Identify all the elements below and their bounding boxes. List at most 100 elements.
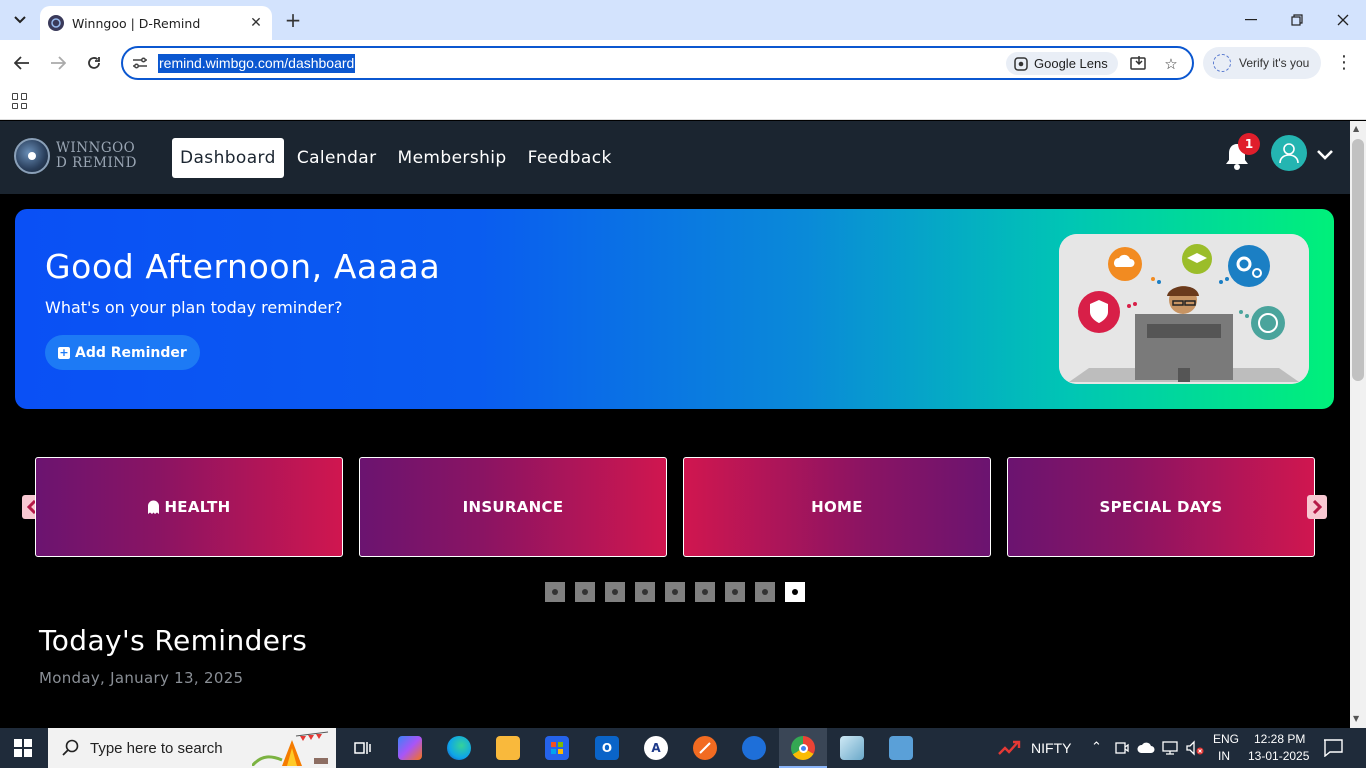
ghost-icon bbox=[148, 500, 160, 514]
carousel-pagination bbox=[545, 582, 815, 602]
stock-ticker[interactable]: NIFTY bbox=[1031, 740, 1071, 756]
minimize-button[interactable] bbox=[1237, 6, 1265, 34]
todays-date: Monday, January 13, 2025 bbox=[39, 669, 244, 687]
add-reminder-label: Add Reminder bbox=[75, 344, 187, 361]
carousel-dot[interactable] bbox=[665, 582, 685, 602]
app-a-icon[interactable]: A bbox=[644, 736, 668, 760]
scroll-down-arrow-icon[interactable]: ▼ bbox=[1353, 714, 1359, 723]
plus-square-icon: + bbox=[58, 345, 70, 359]
carousel-dot[interactable] bbox=[545, 582, 565, 602]
notepad-icon[interactable] bbox=[840, 736, 864, 760]
clock-date[interactable]: 13-01-2025 bbox=[1248, 749, 1309, 763]
bookmarks-bar bbox=[0, 86, 1366, 120]
browser-tabstrip: Winngoo | D-Remind ✕ + bbox=[0, 0, 1366, 40]
carousel-dot[interactable] bbox=[785, 582, 805, 602]
windows-start-icon[interactable] bbox=[14, 739, 32, 757]
nav-calendar[interactable]: Calendar bbox=[289, 138, 385, 178]
category-card-health[interactable]: HEALTH bbox=[35, 457, 343, 557]
show-hidden-icons-chevron-icon[interactable]: ⌃ bbox=[1091, 739, 1102, 755]
add-reminder-button[interactable]: + Add Reminder bbox=[45, 335, 200, 370]
meet-now-icon[interactable] bbox=[1115, 740, 1129, 756]
outlook-icon[interactable]: O bbox=[595, 736, 619, 760]
url-text[interactable]: remind.wimbgo.com/dashboard bbox=[158, 54, 356, 73]
google-lens-button[interactable]: Google Lens bbox=[1006, 52, 1118, 75]
chevron-down-icon bbox=[14, 16, 26, 24]
lens-label: Google Lens bbox=[1034, 56, 1108, 71]
carousel-next-button[interactable] bbox=[1307, 495, 1327, 519]
carousel-dot[interactable] bbox=[635, 582, 655, 602]
edge-browser-icon[interactable] bbox=[447, 736, 471, 760]
control-panel-icon[interactable] bbox=[889, 736, 913, 760]
category-card-special-days[interactable]: SPECIAL DAYS bbox=[1007, 457, 1315, 557]
site-header: WINNGOO D REMIND Dashboard Calendar Memb… bbox=[0, 121, 1350, 194]
draw-app-icon[interactable] bbox=[693, 736, 717, 760]
category-label: SPECIAL DAYS bbox=[1099, 498, 1223, 516]
scroll-up-arrow-icon[interactable]: ▲ bbox=[1353, 124, 1359, 133]
user-icon bbox=[1279, 143, 1299, 164]
browser-tab[interactable]: Winngoo | D-Remind ✕ bbox=[40, 6, 272, 40]
microsoft-store-icon[interactable] bbox=[545, 736, 569, 760]
reload-button[interactable] bbox=[82, 51, 106, 75]
arrow-left-icon bbox=[14, 56, 29, 70]
nav-dashboard[interactable]: Dashboard bbox=[172, 138, 284, 178]
greeting-subtitle: What's on your plan today reminder? bbox=[45, 298, 343, 317]
carousel-dot[interactable] bbox=[725, 582, 745, 602]
user-avatar[interactable] bbox=[1271, 135, 1307, 171]
carousel-dot[interactable] bbox=[605, 582, 625, 602]
apps-grid-icon[interactable] bbox=[12, 93, 28, 109]
copilot-icon[interactable] bbox=[398, 736, 422, 760]
nav-feedback[interactable]: Feedback bbox=[520, 138, 620, 178]
tab-title: Winngoo | D-Remind bbox=[72, 15, 201, 31]
install-app-icon[interactable] bbox=[1129, 54, 1149, 74]
close-window-button[interactable] bbox=[1329, 6, 1357, 34]
task-view-icon[interactable] bbox=[350, 736, 374, 760]
address-bar[interactable]: remind.wimbgo.com/dashboard Google Lens … bbox=[121, 46, 1194, 80]
browser-menu-icon[interactable]: ⋮ bbox=[1334, 52, 1354, 74]
tab-search-button[interactable] bbox=[8, 8, 32, 32]
category-card-home[interactable]: HOME bbox=[683, 457, 991, 557]
page-scrollbar[interactable]: ▲ ▼ bbox=[1350, 121, 1366, 728]
clock-time[interactable]: 12:28 PM bbox=[1254, 732, 1305, 746]
bookmark-star-icon[interactable]: ☆ bbox=[1161, 54, 1181, 74]
file-explorer-icon[interactable] bbox=[496, 736, 520, 760]
verify-profile-button[interactable]: Verify it's you bbox=[1203, 47, 1321, 79]
page-viewport: WINNGOO D REMIND Dashboard Calendar Memb… bbox=[0, 121, 1350, 728]
nav-membership[interactable]: Membership bbox=[390, 138, 515, 178]
taskbar-search-box[interactable]: Type here to search bbox=[48, 728, 336, 768]
restore-button[interactable] bbox=[1283, 6, 1311, 34]
category-label: INSURANCE bbox=[462, 498, 564, 516]
category-label: HOME bbox=[811, 498, 863, 516]
stock-chart-icon[interactable] bbox=[998, 738, 1022, 758]
category-label: HEALTH bbox=[164, 498, 231, 516]
language-indicator[interactable]: ENG bbox=[1213, 732, 1239, 746]
arrow-right-icon bbox=[51, 56, 66, 70]
forward-button[interactable] bbox=[46, 51, 70, 75]
region-indicator[interactable]: IN bbox=[1218, 749, 1230, 763]
category-card-insurance[interactable]: INSURANCE bbox=[359, 457, 667, 557]
lens-icon bbox=[1014, 56, 1028, 71]
search-placeholder: Type here to search bbox=[90, 739, 223, 757]
carousel-dot[interactable] bbox=[755, 582, 775, 602]
site-logo[interactable]: WINNGOO D REMIND bbox=[14, 138, 137, 174]
carousel-dot[interactable] bbox=[695, 582, 715, 602]
profile-sync-icon bbox=[1213, 54, 1231, 72]
carousel-dot[interactable] bbox=[575, 582, 595, 602]
new-tab-button[interactable]: + bbox=[282, 9, 304, 31]
notification-center-icon[interactable] bbox=[1323, 739, 1343, 757]
thunderbird-icon[interactable] bbox=[742, 736, 766, 760]
profile-dropdown-chevron-icon[interactable] bbox=[1316, 148, 1334, 162]
onedrive-cloud-icon[interactable] bbox=[1137, 740, 1157, 756]
network-icon[interactable] bbox=[1162, 740, 1180, 756]
scroll-thumb[interactable] bbox=[1352, 139, 1364, 381]
back-button[interactable] bbox=[10, 51, 34, 75]
main-menu: Dashboard Calendar Membership Feedback bbox=[172, 138, 625, 178]
banner-illustration bbox=[1059, 234, 1309, 384]
search-icon bbox=[62, 739, 80, 757]
site-settings-icon[interactable] bbox=[131, 54, 149, 72]
greeting-heading: Good Afternoon, Aaaaa bbox=[45, 247, 441, 286]
chrome-icon[interactable] bbox=[791, 736, 815, 760]
tab-close-icon[interactable]: ✕ bbox=[248, 15, 264, 31]
notification-badge: 1 bbox=[1238, 133, 1260, 155]
volume-muted-icon[interactable] bbox=[1186, 740, 1206, 756]
verify-label: Verify it's you bbox=[1239, 56, 1310, 70]
